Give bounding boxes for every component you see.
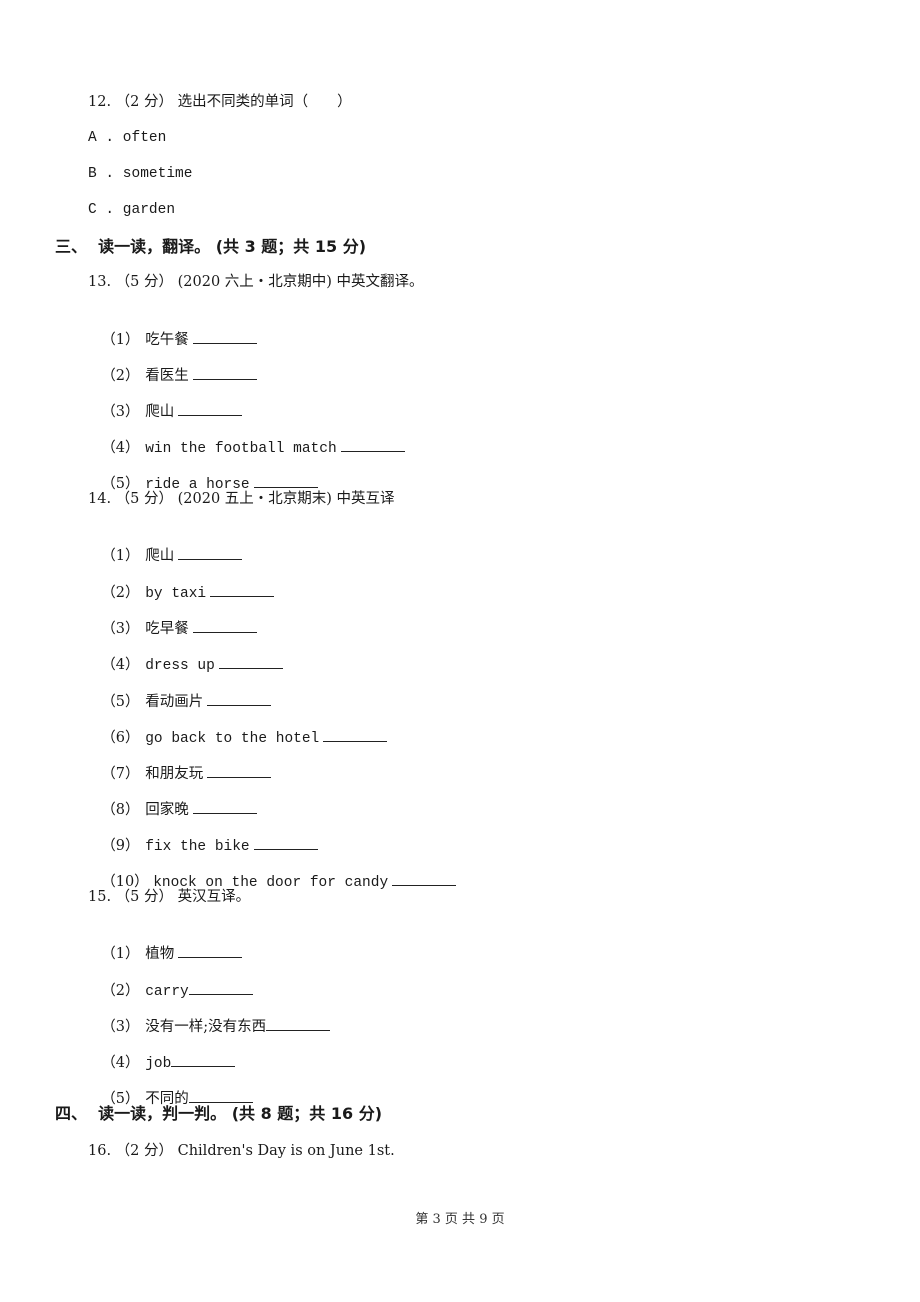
question-13-stem: 13. （5 分） (2020 六上・北京期中) 中英文翻译。 bbox=[88, 274, 424, 290]
answer-blank[interactable] bbox=[207, 691, 272, 706]
answer-blank[interactable] bbox=[192, 618, 257, 633]
answer-blank[interactable] bbox=[192, 799, 257, 814]
question-12-stem: 12. （2 分） 选出不同类的单词（ ） bbox=[88, 94, 352, 110]
q15-item: （3） 没有一样;没有东西 bbox=[92, 996, 331, 1037]
answer-blank[interactable] bbox=[218, 654, 283, 669]
answer-blank[interactable] bbox=[340, 437, 405, 452]
question-16-stem: 16. （2 分） Children's Day is on June 1st. bbox=[88, 1143, 395, 1159]
section-3-heading: 三、 读一读，翻译。 (共 3 题；共 15 分) bbox=[55, 237, 367, 256]
answer-blank[interactable] bbox=[188, 1088, 253, 1103]
q14-item: （1） 爬山 bbox=[92, 525, 243, 566]
q14-item: （3） 吃早餐 bbox=[92, 598, 257, 639]
answer-blank[interactable] bbox=[266, 1016, 331, 1031]
q15-item: （1） 植物 bbox=[92, 923, 243, 964]
q13-item: （3） 爬山 bbox=[92, 381, 243, 422]
answer-blank[interactable] bbox=[210, 582, 275, 597]
q12-option-c: C . garden bbox=[88, 202, 176, 218]
answer-blank[interactable] bbox=[188, 980, 253, 995]
q14-item: （4） dress up bbox=[92, 634, 283, 676]
page-number: 第 3 页 共 9 页 bbox=[415, 1212, 505, 1227]
section-4-heading: 四、 读一读，判一判。 (共 8 题；共 16 分) bbox=[55, 1104, 383, 1123]
answer-blank[interactable] bbox=[207, 763, 272, 778]
answer-blank[interactable] bbox=[178, 943, 243, 958]
q12-option-a: A . often bbox=[88, 130, 167, 146]
q14-item: （8） 回家晚 bbox=[92, 779, 257, 820]
question-15-stem: 15. （5 分） 英汉互译。 bbox=[88, 889, 251, 905]
answer-blank[interactable] bbox=[192, 365, 257, 380]
answer-blank[interactable] bbox=[392, 871, 457, 886]
q14-item: （5） 看动画片 bbox=[92, 671, 272, 712]
answer-blank[interactable] bbox=[171, 1052, 236, 1067]
answer-blank[interactable] bbox=[178, 401, 243, 416]
answer-blank[interactable] bbox=[253, 835, 318, 850]
q13-item: （2） 看医生 bbox=[92, 345, 257, 386]
question-14-stem: 14. （5 分） (2020 五上・北京期末) 中英互译 bbox=[88, 491, 395, 507]
answer-blank[interactable] bbox=[178, 545, 243, 560]
answer-blank[interactable] bbox=[323, 727, 388, 742]
answer-blank[interactable] bbox=[192, 329, 257, 344]
q13-item: （1） 吃午餐 bbox=[92, 309, 257, 350]
q12-option-b: B . sometime bbox=[88, 166, 193, 182]
answer-blank[interactable] bbox=[253, 473, 318, 488]
q14-item: （7） 和朋友玩 bbox=[92, 743, 272, 784]
